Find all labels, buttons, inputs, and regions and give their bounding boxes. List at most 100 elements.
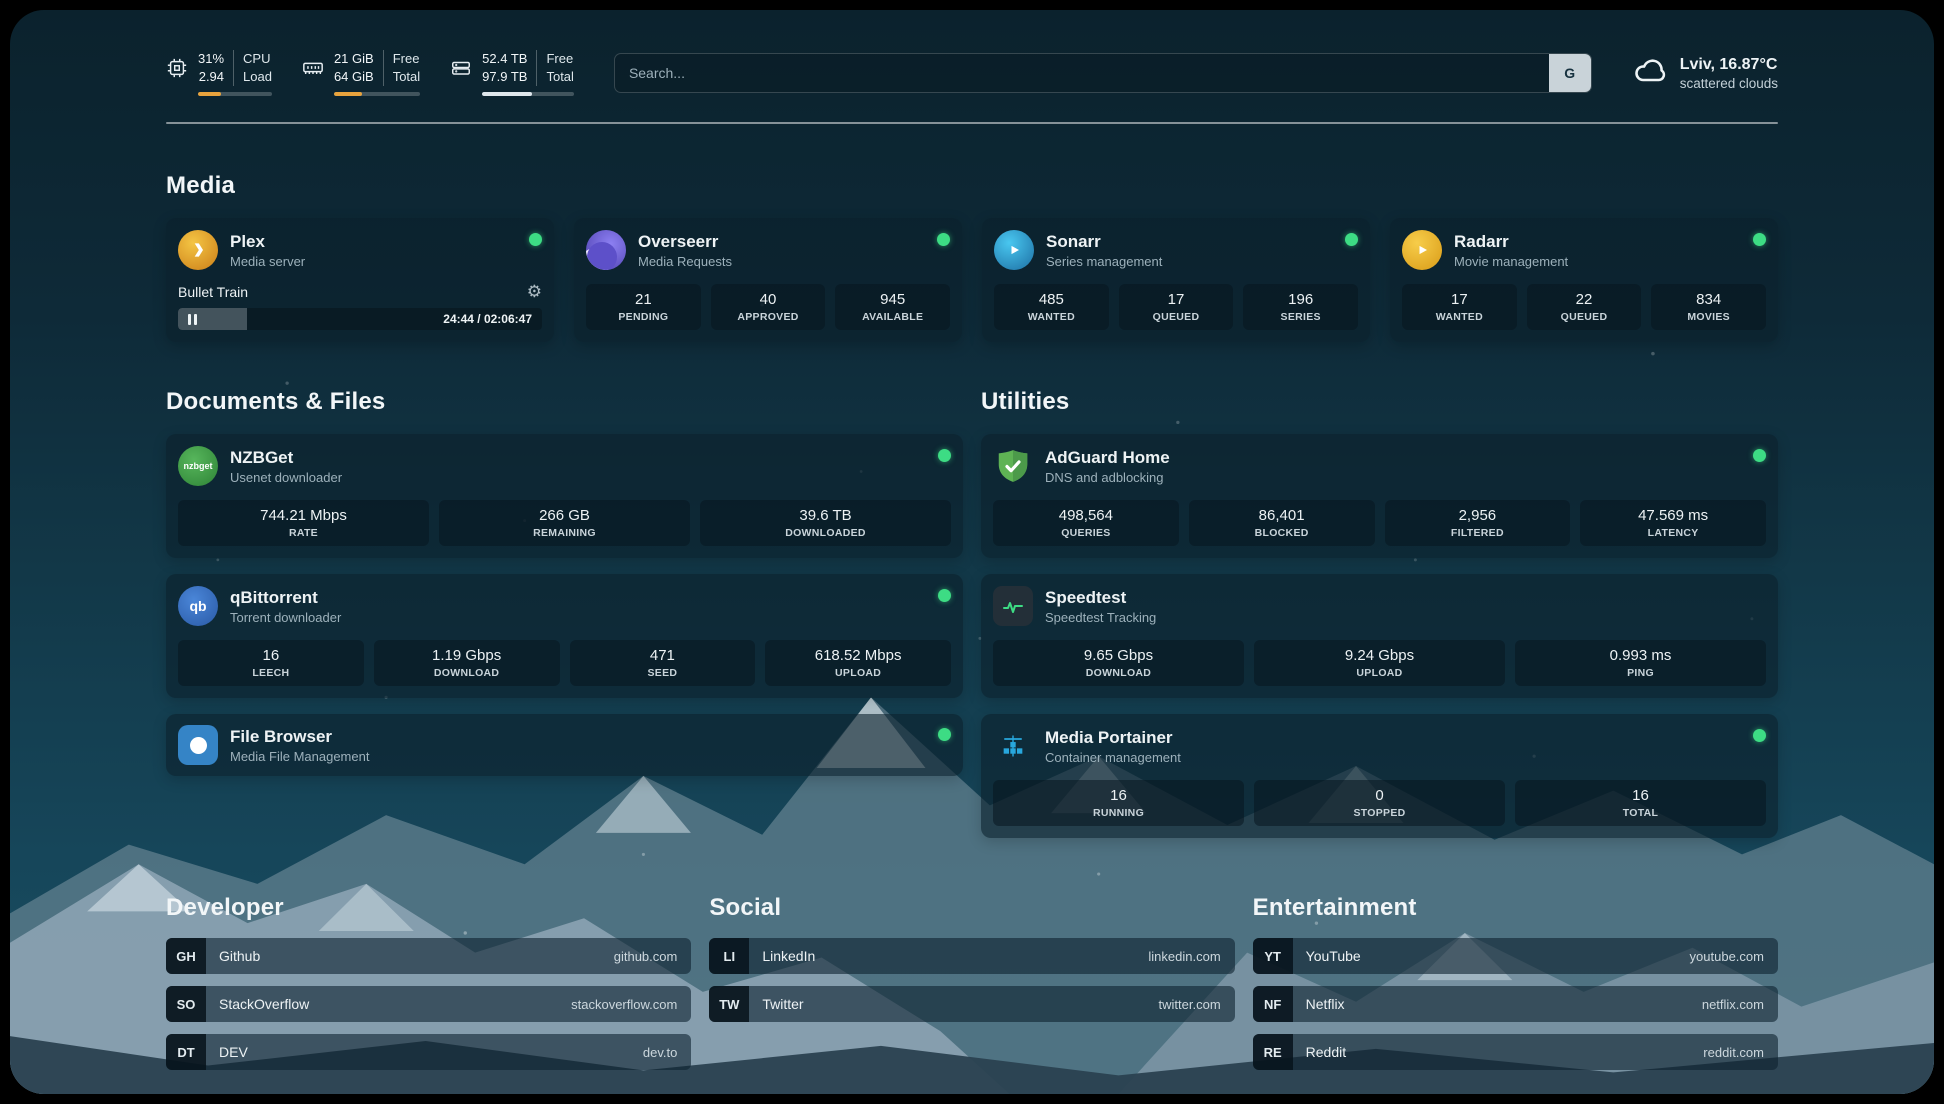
app-description: Media server: [230, 254, 305, 269]
weather-location: Lviv, 16.87°C: [1680, 56, 1778, 74]
memory-progress-bar: [334, 92, 420, 96]
youtube-abbr-badge: YT: [1253, 938, 1293, 974]
disk-free-label: Free: [546, 50, 573, 68]
app-description: Media Requests: [638, 254, 732, 269]
section-media: Media Plex Media server: [166, 172, 1778, 342]
stat-seed: 471SEED: [570, 640, 756, 686]
filebrowser-icon: [178, 725, 218, 765]
gear-icon[interactable]: ⚙: [527, 283, 542, 300]
bookmark-name: LinkedIn: [762, 948, 815, 964]
bookmark-stackoverflow[interactable]: SO StackOverflow stackoverflow.com: [166, 986, 691, 1022]
stat-download: 1.19 GbpsDOWNLOAD: [374, 640, 560, 686]
radarr-icon: [1402, 230, 1442, 270]
app-name: Sonarr: [1046, 232, 1162, 252]
app-name: Plex: [230, 232, 305, 252]
bookmark-name: StackOverflow: [219, 996, 309, 1012]
section-entertainment: Entertainment YT YouTube youtube.com NF …: [1253, 894, 1778, 1070]
app-description: Torrent downloader: [230, 610, 341, 625]
divider: [233, 50, 234, 86]
playback-time: 24:44 / 02:06:47: [443, 312, 532, 326]
search-input[interactable]: [615, 54, 1549, 92]
plex-icon: [178, 230, 218, 270]
pause-icon[interactable]: [188, 314, 197, 325]
bookmark-url: youtube.com: [1690, 949, 1778, 964]
bookmark-url: github.com: [614, 949, 692, 964]
app-description: Series management: [1046, 254, 1162, 269]
app-card-filebrowser[interactable]: File Browser Media File Management: [166, 714, 963, 776]
stat-movies: 834MOVIES: [1651, 284, 1766, 330]
reddit-abbr-badge: RE: [1253, 1034, 1293, 1070]
status-online-dot: [937, 233, 950, 246]
section-developer: Developer GH Github github.com SO StackO…: [166, 894, 691, 1070]
cpu-widget: 31% 2.94 CPU Load: [166, 50, 272, 96]
status-online-dot: [1345, 233, 1358, 246]
app-card-qbittorrent[interactable]: qb qBittorrent Torrent downloader 16LEEC…: [166, 574, 963, 698]
app-card-plex[interactable]: Plex Media server Bullet Train ⚙ 24:44 /…: [166, 218, 554, 342]
disk-free-value: 52.4 TB: [482, 50, 527, 68]
stat-approved: 40APPROVED: [711, 284, 826, 330]
bookmark-youtube[interactable]: YT YouTube youtube.com: [1253, 938, 1778, 974]
disk-total-value: 97.9 TB: [482, 68, 527, 86]
stat-pending: 21PENDING: [586, 284, 701, 330]
stat-running: 16RUNNING: [993, 780, 1244, 826]
weather-condition: scattered clouds: [1680, 76, 1778, 91]
stat-wanted: 485WANTED: [994, 284, 1109, 330]
section-social: Social LI LinkedIn linkedin.com TW Twitt…: [709, 894, 1234, 1070]
stat-upload: 618.52 MbpsUPLOAD: [765, 640, 951, 686]
app-description: Usenet downloader: [230, 470, 342, 485]
stat-ping: 0.993 msPING: [1515, 640, 1766, 686]
status-online-dot: [529, 233, 542, 246]
status-online-dot: [1753, 729, 1766, 742]
bookmark-github[interactable]: GH Github github.com: [166, 938, 691, 974]
cpu-chip-icon: [166, 57, 188, 79]
section-documents-files: Documents & Files nzbget NZBGet Usenet d…: [166, 388, 963, 838]
adguard-shield-icon: [993, 446, 1033, 486]
bookmark-name: DEV: [219, 1044, 248, 1060]
disk-progress-bar: [482, 92, 574, 96]
app-name: File Browser: [230, 727, 369, 747]
bookmark-dev[interactable]: DT DEV dev.to: [166, 1034, 691, 1070]
memory-total-value: 64 GiB: [334, 68, 374, 86]
app-description: Movie management: [1454, 254, 1568, 269]
dev-abbr-badge: DT: [166, 1034, 206, 1070]
app-name: Media Portainer: [1045, 728, 1181, 748]
stat-queued: 17QUEUED: [1119, 284, 1234, 330]
nzbget-icon: nzbget: [178, 446, 218, 486]
sonarr-icon: [994, 230, 1034, 270]
qbittorrent-icon: qb: [178, 586, 218, 626]
cpu-usage-value: 31%: [198, 50, 224, 68]
app-card-speedtest[interactable]: Speedtest Speedtest Tracking 9.65 GbpsDO…: [981, 574, 1778, 698]
disk-total-label: Total: [546, 68, 573, 86]
app-card-radarr[interactable]: Radarr Movie management 17WANTED 22QUEUE…: [1390, 218, 1778, 342]
bookmark-url: reddit.com: [1703, 1045, 1778, 1060]
memory-total-label: Total: [393, 68, 420, 86]
app-card-portainer[interactable]: Media Portainer Container management 16R…: [981, 714, 1778, 838]
section-title-developer: Developer: [166, 894, 691, 922]
weather-widget: Lviv, 16.87°C scattered clouds: [1632, 53, 1778, 94]
stat-remaining: 266 GBREMAINING: [439, 500, 690, 546]
bookmark-netflix[interactable]: NF Netflix netflix.com: [1253, 986, 1778, 1022]
section-title-entertainment: Entertainment: [1253, 894, 1778, 922]
divider: [383, 50, 384, 86]
twitter-abbr-badge: TW: [709, 986, 749, 1022]
bookmark-linkedin[interactable]: LI LinkedIn linkedin.com: [709, 938, 1234, 974]
playback-progress-bar[interactable]: 24:44 / 02:06:47: [178, 308, 542, 330]
divider: [536, 50, 537, 86]
app-card-overseerr[interactable]: Overseerr Media Requests 21PENDING 40APP…: [574, 218, 962, 342]
app-card-nzbget[interactable]: nzbget NZBGet Usenet downloader 744.21 M…: [166, 434, 963, 558]
search-engine-button[interactable]: G: [1549, 54, 1591, 92]
bookmark-twitter[interactable]: TW Twitter twitter.com: [709, 986, 1234, 1022]
cpu-load-value: 2.94: [199, 68, 224, 86]
app-card-sonarr[interactable]: Sonarr Series management 485WANTED 17QUE…: [982, 218, 1370, 342]
cpu-load-label: Load: [243, 68, 272, 86]
stat-rate: 744.21 MbpsRATE: [178, 500, 429, 546]
stat-filtered: 2,956FILTERED: [1385, 500, 1571, 546]
stat-leech: 16LEECH: [178, 640, 364, 686]
app-name: AdGuard Home: [1045, 448, 1170, 468]
status-online-dot: [938, 449, 951, 462]
bookmark-reddit[interactable]: RE Reddit reddit.com: [1253, 1034, 1778, 1070]
stat-downloaded: 39.6 TBDOWNLOADED: [700, 500, 951, 546]
app-card-adguard[interactable]: AdGuard Home DNS and adblocking 498,564Q…: [981, 434, 1778, 558]
app-description: Container management: [1045, 750, 1181, 765]
github-abbr-badge: GH: [166, 938, 206, 974]
